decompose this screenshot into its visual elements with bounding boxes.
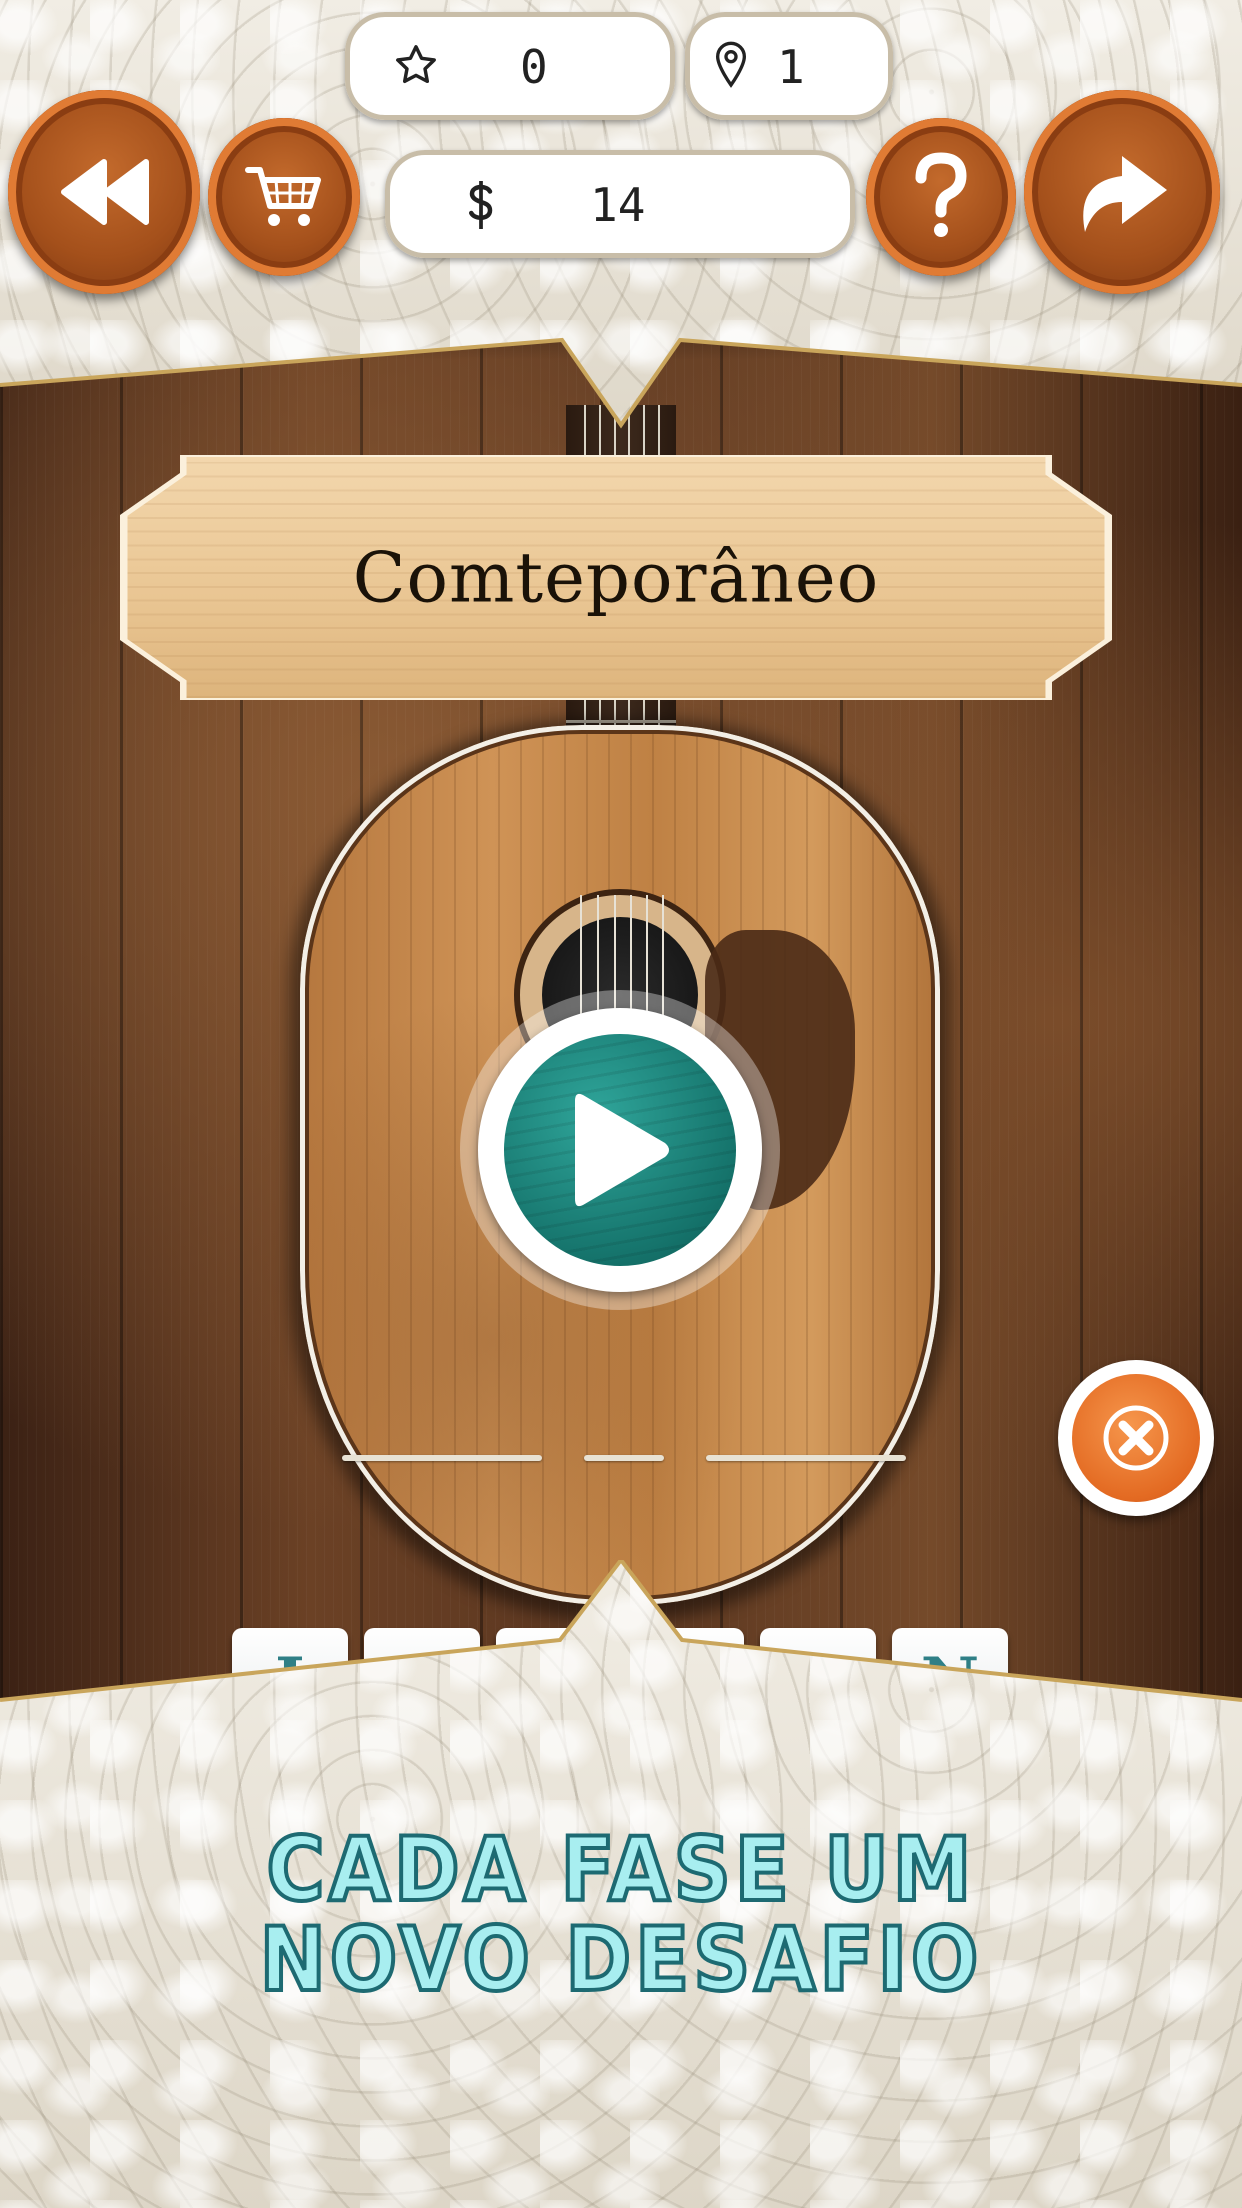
shop-button[interactable] (208, 118, 360, 276)
question-icon (915, 152, 967, 237)
help-button[interactable] (866, 118, 1016, 276)
play-button[interactable] (478, 1008, 762, 1292)
answer-slot-word-1 (342, 1455, 542, 1461)
tagline-line-2: NOVO DESAFIO (258, 1908, 983, 2011)
stars-value: 0 (520, 40, 548, 94)
coins-counter: 14 (385, 150, 855, 258)
level-value: 1 (777, 40, 805, 94)
answer-slot-word-3 (706, 1455, 906, 1461)
close-button[interactable] (1058, 1360, 1214, 1516)
level-counter: 1 (685, 12, 893, 120)
clue-plaque: Comteporâneo (127, 456, 1105, 699)
rewind-icon (61, 159, 149, 225)
coins-value: 14 (590, 178, 646, 232)
play-icon (575, 1093, 669, 1207)
skip-button[interactable] (1024, 90, 1220, 294)
dollar-icon (463, 178, 499, 232)
close-icon (1103, 1405, 1169, 1471)
tagline-line-1: CADA FASE UM (265, 1818, 976, 1921)
answer-slot-word-2 (584, 1455, 664, 1461)
stars-counter: 0 (345, 12, 675, 120)
star-icon (393, 42, 439, 88)
location-pin-icon (711, 40, 751, 90)
back-button[interactable] (8, 90, 200, 294)
redo-arrow-icon (1083, 156, 1167, 232)
clue-title: Comteporâneo (352, 537, 880, 618)
shopping-cart-icon (245, 167, 321, 226)
